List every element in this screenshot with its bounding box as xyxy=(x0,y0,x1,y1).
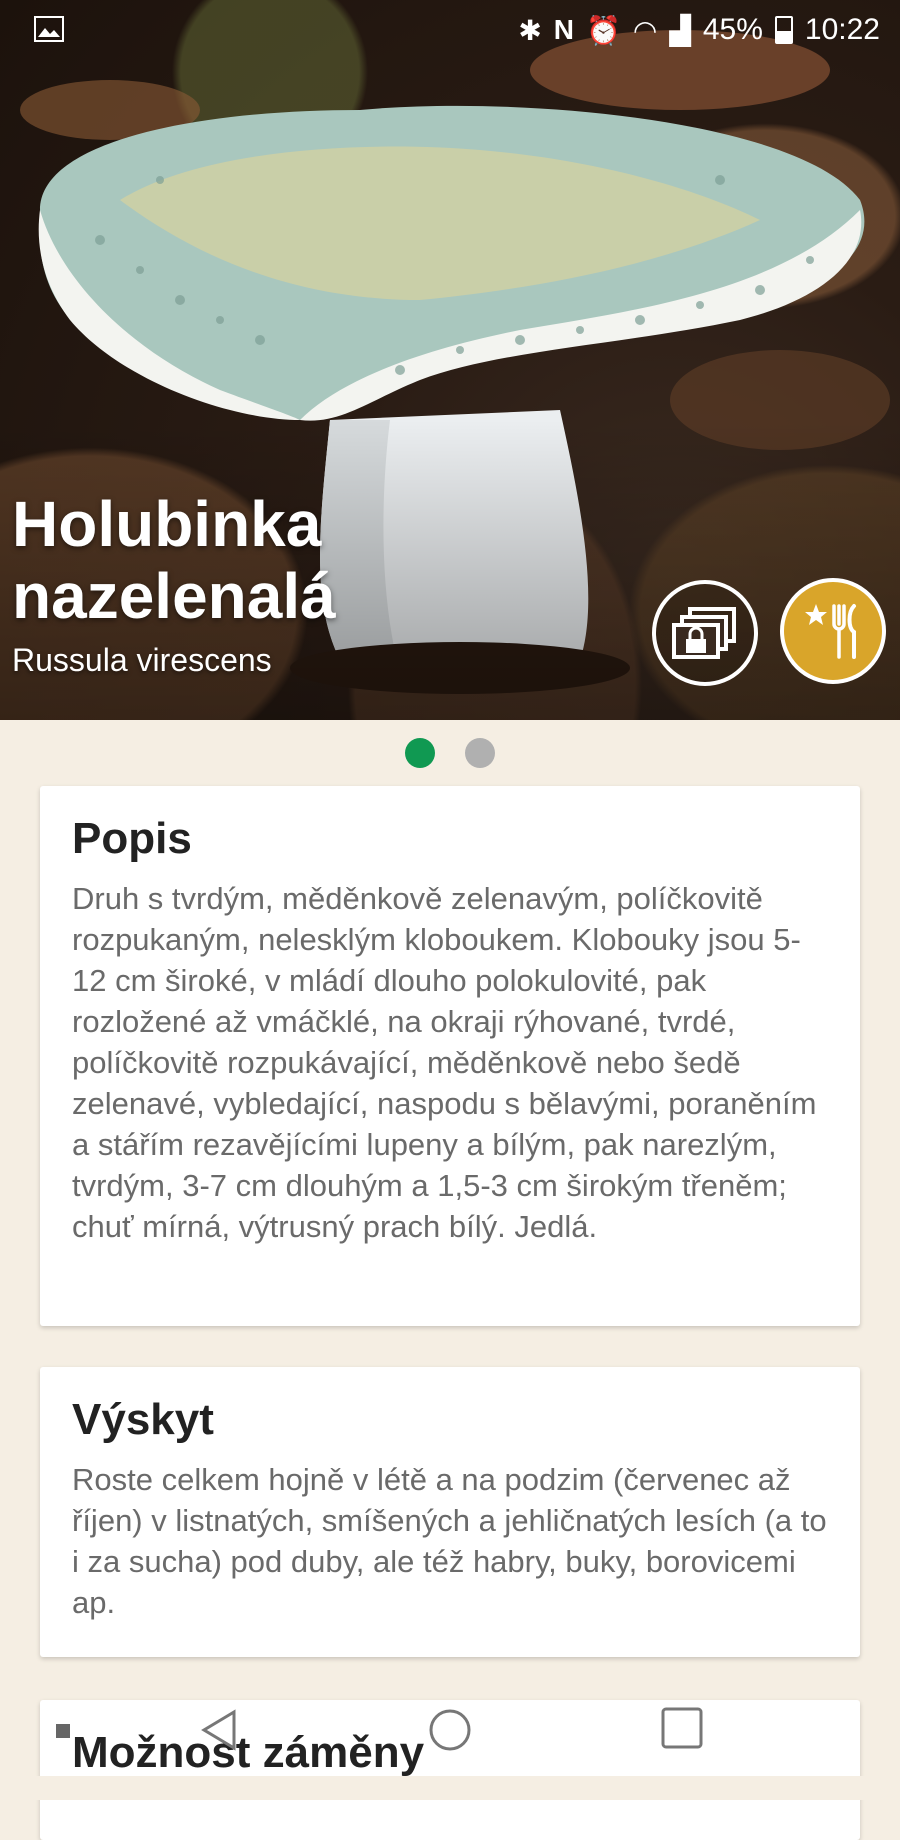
home-icon[interactable] xyxy=(428,1708,472,1752)
gallery-button[interactable] xyxy=(652,580,758,686)
status-bar: ✱ N ⏰ ◠ ▟ 45% 10:22 xyxy=(0,0,900,60)
battery-percent: 45% xyxy=(702,13,763,46)
status-time: 10:22 xyxy=(804,13,880,46)
signal-icon: ▟ xyxy=(669,14,691,46)
back-icon[interactable] xyxy=(198,1708,242,1752)
pager-dot-2[interactable] xyxy=(465,738,495,768)
species-header: Holubinka nazelenalá Russula virescens xyxy=(12,488,432,679)
description-heading: Popis xyxy=(72,814,192,863)
nfc-icon: N xyxy=(553,14,575,45)
navigation-bar xyxy=(0,1690,900,1780)
image-stack-lock-icon xyxy=(672,607,736,659)
star-fork-knife-icon xyxy=(805,604,856,659)
edible-button[interactable] xyxy=(780,578,886,684)
page-title: Holubinka nazelenalá xyxy=(12,488,336,632)
battery-icon xyxy=(774,16,793,44)
occurrence-heading: Výskyt xyxy=(72,1395,214,1444)
nav-indicator xyxy=(56,1724,70,1738)
description-card: Popis Druh s tvrdým, měděnkově zelenavým… xyxy=(40,786,860,1326)
occurrence-card: Výskyt Roste celkem hojně v létě a na po… xyxy=(40,1367,860,1657)
image-pager[interactable] xyxy=(0,738,900,768)
pager-dot-1[interactable] xyxy=(405,738,435,768)
occurrence-text: Roste celkem hojně v létě a na podzim (č… xyxy=(72,1462,827,1620)
recents-icon[interactable] xyxy=(660,1706,704,1750)
alarm-icon: ⏰ xyxy=(586,14,621,46)
bluetooth-icon: ✱ xyxy=(518,14,542,46)
hero-image: ✱ N ⏰ ◠ ▟ 45% 10:22 Holubinka nazelenalá… xyxy=(0,0,900,720)
description-text: Druh s tvrdým, měděnkově zelenavým, polí… xyxy=(72,881,817,1244)
latin-name: Russula virescens xyxy=(12,642,272,678)
wifi-icon: ◠ xyxy=(632,14,658,46)
bottom-strip xyxy=(0,1776,900,1800)
gallery-icon xyxy=(34,16,64,42)
